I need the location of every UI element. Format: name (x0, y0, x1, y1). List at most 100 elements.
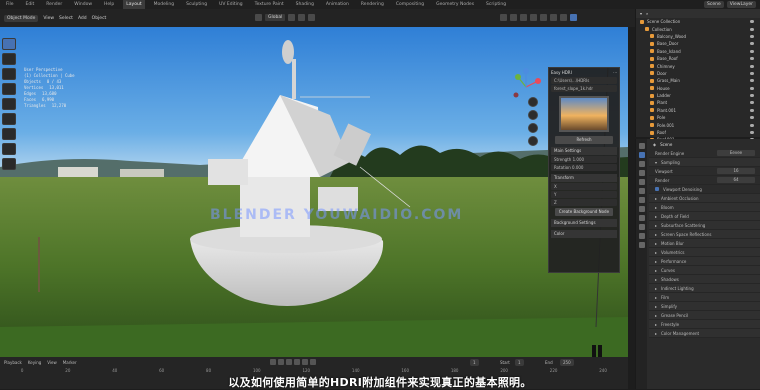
menu-help[interactable]: Help (101, 0, 117, 9)
hdri-preview-thumbnail[interactable] (559, 96, 609, 132)
properties-panel-header[interactable]: ▸ Color Management (649, 329, 760, 338)
move-icon[interactable] (2, 68, 16, 80)
refresh-button[interactable]: Refresh (555, 136, 613, 144)
pan-hand-icon[interactable] (528, 110, 538, 120)
transform-icon[interactable] (2, 113, 16, 125)
add-cube-icon[interactable] (2, 158, 16, 170)
rendered-shading-icon[interactable] (570, 14, 577, 21)
pivot-icon[interactable] (288, 14, 296, 21)
eye-icon[interactable] (750, 34, 754, 38)
outliner-item[interactable]: Balcony_Wood (636, 33, 760, 40)
outliner-item[interactable]: Collection (636, 25, 760, 32)
outliner-item[interactable]: Roof (636, 129, 760, 136)
render-engine-dropdown[interactable]: Eevee (717, 150, 755, 156)
menu-edit[interactable]: Edit (23, 0, 38, 9)
play-icon[interactable] (294, 359, 300, 365)
view-layer-icon[interactable] (638, 170, 645, 176)
render-icon[interactable] (638, 152, 645, 158)
menu-marker[interactable]: Marker (63, 360, 77, 365)
object-icon[interactable] (638, 197, 645, 203)
eye-icon[interactable] (750, 20, 754, 24)
wireframe-shading-icon[interactable] (540, 14, 547, 21)
end-frame-field[interactable]: 250 (560, 359, 574, 366)
eye-icon[interactable] (750, 131, 754, 135)
outliner-item[interactable]: Pole.001 (636, 121, 760, 128)
outliner-item[interactable]: Door (636, 70, 760, 77)
axis-z-field[interactable]: Z (551, 199, 617, 206)
tab-scripting[interactable]: Scripting (483, 0, 509, 9)
start-frame-field[interactable]: 1 (515, 359, 524, 366)
scene-selector[interactable]: Scene (704, 1, 724, 8)
orientation-icon[interactable] (255, 14, 262, 21)
zoom-icon[interactable] (528, 97, 538, 107)
modifier-icon[interactable] (638, 206, 645, 212)
rotate-icon[interactable] (2, 83, 16, 95)
tab-layout[interactable]: Layout (123, 0, 145, 9)
menu-select[interactable]: Select (59, 16, 73, 21)
properties-panel-header[interactable]: ▸ Curves (649, 266, 760, 275)
color-section[interactable]: Color (551, 230, 617, 238)
annotate-icon[interactable] (2, 128, 16, 140)
scale-icon[interactable] (2, 98, 16, 110)
rotation-field[interactable]: Rotation 0.000 (551, 164, 617, 171)
gizmo-icon[interactable] (510, 14, 517, 21)
3d-viewport[interactable]: BLENDER YOUWAIDIO.COM User Perspective (… (0, 27, 628, 357)
eye-icon[interactable] (750, 27, 754, 31)
outliner-item[interactable]: Pole (636, 114, 760, 121)
prev-key-icon[interactable] (278, 359, 284, 365)
create-background-node-button[interactable]: Create Background Node (555, 208, 613, 216)
eye-icon[interactable] (750, 64, 754, 68)
outliner-item[interactable]: Plant.001 (636, 107, 760, 114)
properties-panel-header[interactable]: ▸ Performance (649, 257, 760, 266)
select-box-icon[interactable] (2, 38, 16, 50)
menu-playback[interactable]: Playback (4, 360, 22, 365)
properties-panel-header[interactable]: ▸ Freestyle (649, 320, 760, 329)
cursor-icon[interactable] (2, 53, 16, 65)
render-samples-field[interactable]: 64 (717, 177, 755, 183)
current-frame-field[interactable]: 1 (470, 359, 479, 366)
properties-panel-header[interactable]: ▸ Bloom (649, 203, 760, 212)
particles-icon[interactable] (638, 215, 645, 221)
properties-panel-header[interactable]: ▸ Ambient Occlusion (649, 194, 760, 203)
outliner-item[interactable]: Chimney (636, 62, 760, 69)
transform-orientation[interactable]: Global (265, 14, 286, 21)
menu-keying[interactable]: Keying (28, 360, 41, 365)
tab-texture-paint[interactable]: Texture Paint (252, 0, 287, 9)
proportional-icon[interactable] (308, 14, 316, 21)
outliner-item[interactable]: Ladder (636, 92, 760, 99)
hdri-folder-field[interactable]: C:\Users\...\HDRIs (551, 77, 617, 84)
eye-icon[interactable] (750, 57, 754, 61)
xray-icon[interactable] (530, 14, 537, 21)
properties-panel-header[interactable]: ▸ Subsurface Scattering (649, 221, 760, 230)
menu-render[interactable]: Render (43, 0, 65, 9)
snap-icon[interactable] (298, 14, 306, 21)
eye-icon[interactable] (750, 101, 754, 105)
axis-y-field[interactable]: Y (551, 191, 617, 198)
eye-icon[interactable] (750, 42, 754, 46)
mode-dropdown[interactable]: Object Mode (4, 14, 39, 22)
eye-icon[interactable] (750, 86, 754, 90)
solid-shading-icon[interactable] (550, 14, 557, 21)
properties-panel-header[interactable]: ▸ Shadows (649, 275, 760, 284)
menu-file[interactable]: File (3, 0, 17, 9)
outliner-item[interactable]: Base_Roof (636, 55, 760, 62)
eye-icon[interactable] (750, 94, 754, 98)
hdri-file-field[interactable]: forest_slope_1k.hdr (551, 85, 617, 92)
menu-view[interactable]: View (43, 16, 54, 21)
material-shading-icon[interactable] (560, 14, 567, 21)
outliner-item[interactable]: Scene Collection (636, 18, 760, 25)
tab-animation[interactable]: Animation (323, 0, 352, 9)
outliner-item[interactable]: Base_Door (636, 40, 760, 47)
tab-rendering[interactable]: Rendering (358, 0, 387, 9)
data-icon[interactable] (638, 242, 645, 248)
properties-panel-header[interactable]: ▸ Volumetrics (649, 248, 760, 257)
tool-icon[interactable] (638, 143, 645, 149)
tab-compositing[interactable]: Compositing (393, 0, 427, 9)
play-reverse-icon[interactable] (286, 359, 292, 365)
tab-sculpting[interactable]: Sculpting (183, 0, 210, 9)
menu-dots-icon[interactable]: ⋯ (613, 70, 617, 75)
eye-icon[interactable] (750, 116, 754, 120)
properties-panel-header[interactable]: ▸ Depth of Field (649, 212, 760, 221)
tab-shading[interactable]: Shading (293, 0, 317, 9)
eye-icon[interactable] (750, 79, 754, 83)
